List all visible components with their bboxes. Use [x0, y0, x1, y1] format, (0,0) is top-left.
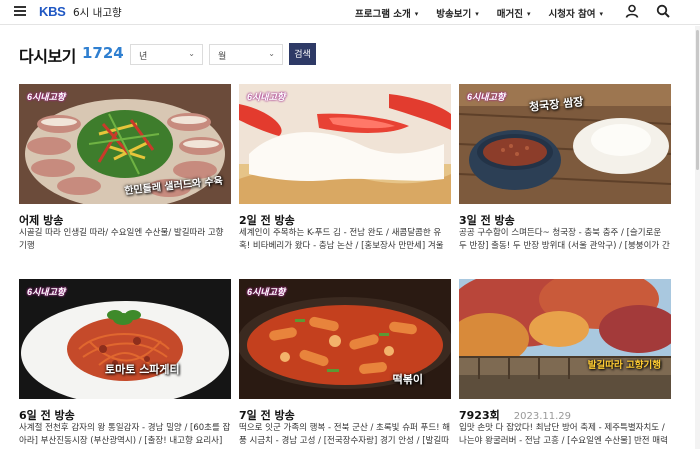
episode-thumbnail[interactable]: 6시내고향 떡볶이	[239, 279, 451, 399]
chevron-down-icon: ▾	[475, 10, 479, 18]
search-icon[interactable]	[656, 4, 670, 18]
thumbnail-caption: 토마토 스파게티	[105, 363, 180, 376]
episode-title[interactable]: 3일 전 방송	[459, 212, 529, 228]
kbs-logo[interactable]: KBS	[39, 4, 66, 19]
program-badge: 6시내고향	[467, 92, 506, 102]
episode-title[interactable]: 7923회 2023.11.29	[459, 407, 571, 423]
program-title[interactable]: 6시 내고향	[73, 5, 122, 20]
user-icon[interactable]	[625, 4, 639, 18]
chevron-down-icon: ▾	[599, 10, 604, 18]
episode-thumbnail[interactable]: 6시내고향 청국장 쌈장	[459, 84, 671, 204]
episode-description: 공공 구수함이 스며든다~ 청국장 - 충북 충주 / [슬기로운 두 반장] …	[459, 228, 670, 251]
year-select[interactable]: 년 ⌄	[130, 44, 203, 65]
month-select-label: 월	[218, 52, 227, 62]
nav-item-magazine[interactable]: 매거진 ▾	[497, 6, 531, 20]
program-badge: 6시내고향	[247, 92, 286, 102]
program-badge: 6시내고향	[247, 287, 286, 297]
episode-description: 입맛 손맛 다 잡았다! 최남단 방어 축제 - 제주특별자치도 / 나는야 왕…	[459, 423, 668, 446]
episode-thumbnail[interactable]: 발길따라 고향기행	[459, 279, 671, 399]
thumbnail-caption: 떡볶이	[392, 373, 423, 386]
episode-description: 떡으로 잇군 가족의 행복 - 전북 군산 / 초록빛 슈퍼 푸드! 해풍 시금…	[239, 423, 451, 446]
episode-description: 시골길 따라 인생길 따라/ 수요일엔 수산물/ 발길따라 고향기행	[19, 228, 224, 251]
year-select-label: 년	[139, 52, 148, 62]
episode-title[interactable]: 어제 방송	[19, 212, 77, 228]
episode-date: 2023.11.29	[513, 411, 572, 422]
nav-item-viewer-participation[interactable]: 시청자 참여 ▾	[549, 6, 604, 20]
nav-item-watch[interactable]: 방송보기 ▾	[436, 6, 478, 20]
episode-description: 사계절 전천후 감자의 왕 통일감자 - 경남 밀양 / [60초를 잡아라] …	[19, 423, 231, 446]
main-nav: 프로그램 소개 ▾ 방송보기 ▾ 매거진 ▾ 시청자 참여 ▾	[355, 6, 621, 20]
search-button[interactable]: 검색	[289, 43, 316, 65]
chevron-down-icon: ⌄	[188, 49, 195, 58]
nav-item-program-intro[interactable]: 프로그램 소개 ▾	[355, 6, 418, 20]
program-badge: 6시내고향	[27, 287, 66, 297]
episode-thumbnail[interactable]: 6시내고향	[239, 84, 451, 204]
episode-count: 1724	[82, 44, 124, 62]
episode-thumbnail[interactable]: 6시내고향 토마토 스파게티	[19, 279, 231, 399]
chevron-down-icon: ▾	[526, 10, 531, 18]
chevron-down-icon: ▾	[414, 10, 419, 18]
episode-thumbnail[interactable]: 6시내고향 한민들레 샐러드와 수육	[19, 84, 231, 204]
scrollbar-thumb[interactable]	[696, 30, 699, 170]
chevron-down-icon: ⌄	[268, 49, 275, 58]
menu-icon[interactable]	[14, 6, 26, 17]
month-select[interactable]: 월 ⌄	[209, 44, 283, 65]
program-badge: 6시내고향	[27, 92, 66, 102]
thumbnail-caption: 발길따라 고향기행	[587, 360, 661, 371]
top-header: KBS 6시 내고향 프로그램 소개 ▾ 방송보기 ▾ 매거진 ▾ 시청자 참여 ▾	[0, 0, 700, 25]
episode-title[interactable]: 6일 전 방송	[19, 407, 89, 423]
episode-description: 세계인이 주목하는 K-푸드 김 - 전남 완도 / 새콤달콤한 유혹! 비타베…	[239, 228, 444, 251]
page-title: 다시보기	[19, 47, 76, 66]
episode-title[interactable]: 2일 전 방송	[239, 212, 309, 228]
episode-title[interactable]: 7일 전 방송	[239, 407, 309, 423]
